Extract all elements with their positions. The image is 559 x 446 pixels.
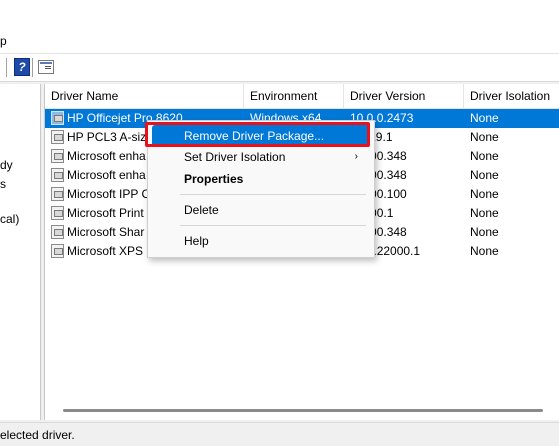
printer-driver-icon	[51, 130, 64, 144]
table-cell-isolation: None	[470, 225, 499, 239]
menu-separator	[180, 194, 366, 195]
table-cell-isolation: None	[470, 244, 499, 258]
column-header-driver-version[interactable]: Driver Version	[344, 84, 464, 108]
printer-driver-icon	[51, 225, 64, 239]
highlight-frame	[145, 122, 370, 147]
tree-node-text[interactable]: cal)	[0, 212, 19, 226]
menu-bar	[0, 28, 559, 54]
printer-driver-icon	[51, 111, 64, 125]
column-header-driver-name[interactable]: Driver Name	[45, 84, 244, 108]
printer-driver-icon	[51, 187, 64, 201]
help-icon[interactable]: ?	[14, 58, 30, 76]
scrollbar-thumb[interactable]	[63, 409, 543, 412]
menu-item-label: Set Driver Isolation	[184, 150, 286, 164]
menu-item-properties[interactable]: Properties	[152, 168, 370, 190]
menu-help[interactable]: p	[0, 34, 7, 48]
status-bar: elected driver.	[0, 422, 559, 446]
tree-pane: dy s cal)	[0, 84, 41, 420]
table-cell-isolation: None	[470, 168, 499, 182]
table-cell-isolation: None	[470, 187, 499, 201]
tree-node-text[interactable]: s	[0, 177, 6, 191]
menu-item-help[interactable]: Help	[152, 230, 370, 252]
toolbar-separator	[32, 58, 33, 77]
printer-driver-icon	[51, 244, 64, 258]
tree-node-text[interactable]: dy	[0, 158, 13, 172]
table-cell-isolation: None	[470, 111, 499, 125]
printer-driver-icon	[51, 149, 64, 163]
view-icon[interactable]	[38, 60, 54, 74]
menu-item-delete[interactable]: Delete	[152, 199, 370, 221]
menu-item-label: Delete	[184, 203, 219, 217]
menu-item-label: Help	[184, 234, 209, 248]
printer-driver-icon	[51, 206, 64, 220]
status-text: elected driver.	[0, 428, 75, 442]
menu-item-set-driver-isolation[interactable]: Set Driver Isolation ›	[152, 146, 370, 168]
chevron-right-icon: ›	[354, 151, 358, 162]
printer-driver-icon	[51, 168, 64, 182]
title-bar	[0, 0, 559, 28]
table-cell-isolation: None	[470, 149, 499, 163]
column-header-environment[interactable]: Environment	[244, 84, 344, 108]
menu-separator	[180, 225, 366, 226]
list-header: Driver Name Environment Driver Version D…	[45, 84, 559, 109]
horizontal-scrollbar[interactable]	[45, 400, 559, 420]
table-cell-isolation: None	[470, 130, 499, 144]
menu-item-label: Properties	[184, 172, 244, 186]
toolbar-separator	[6, 58, 7, 77]
column-header-driver-isolation[interactable]: Driver Isolation	[464, 84, 559, 108]
table-cell-isolation: None	[470, 206, 499, 220]
toolbar	[0, 54, 559, 82]
